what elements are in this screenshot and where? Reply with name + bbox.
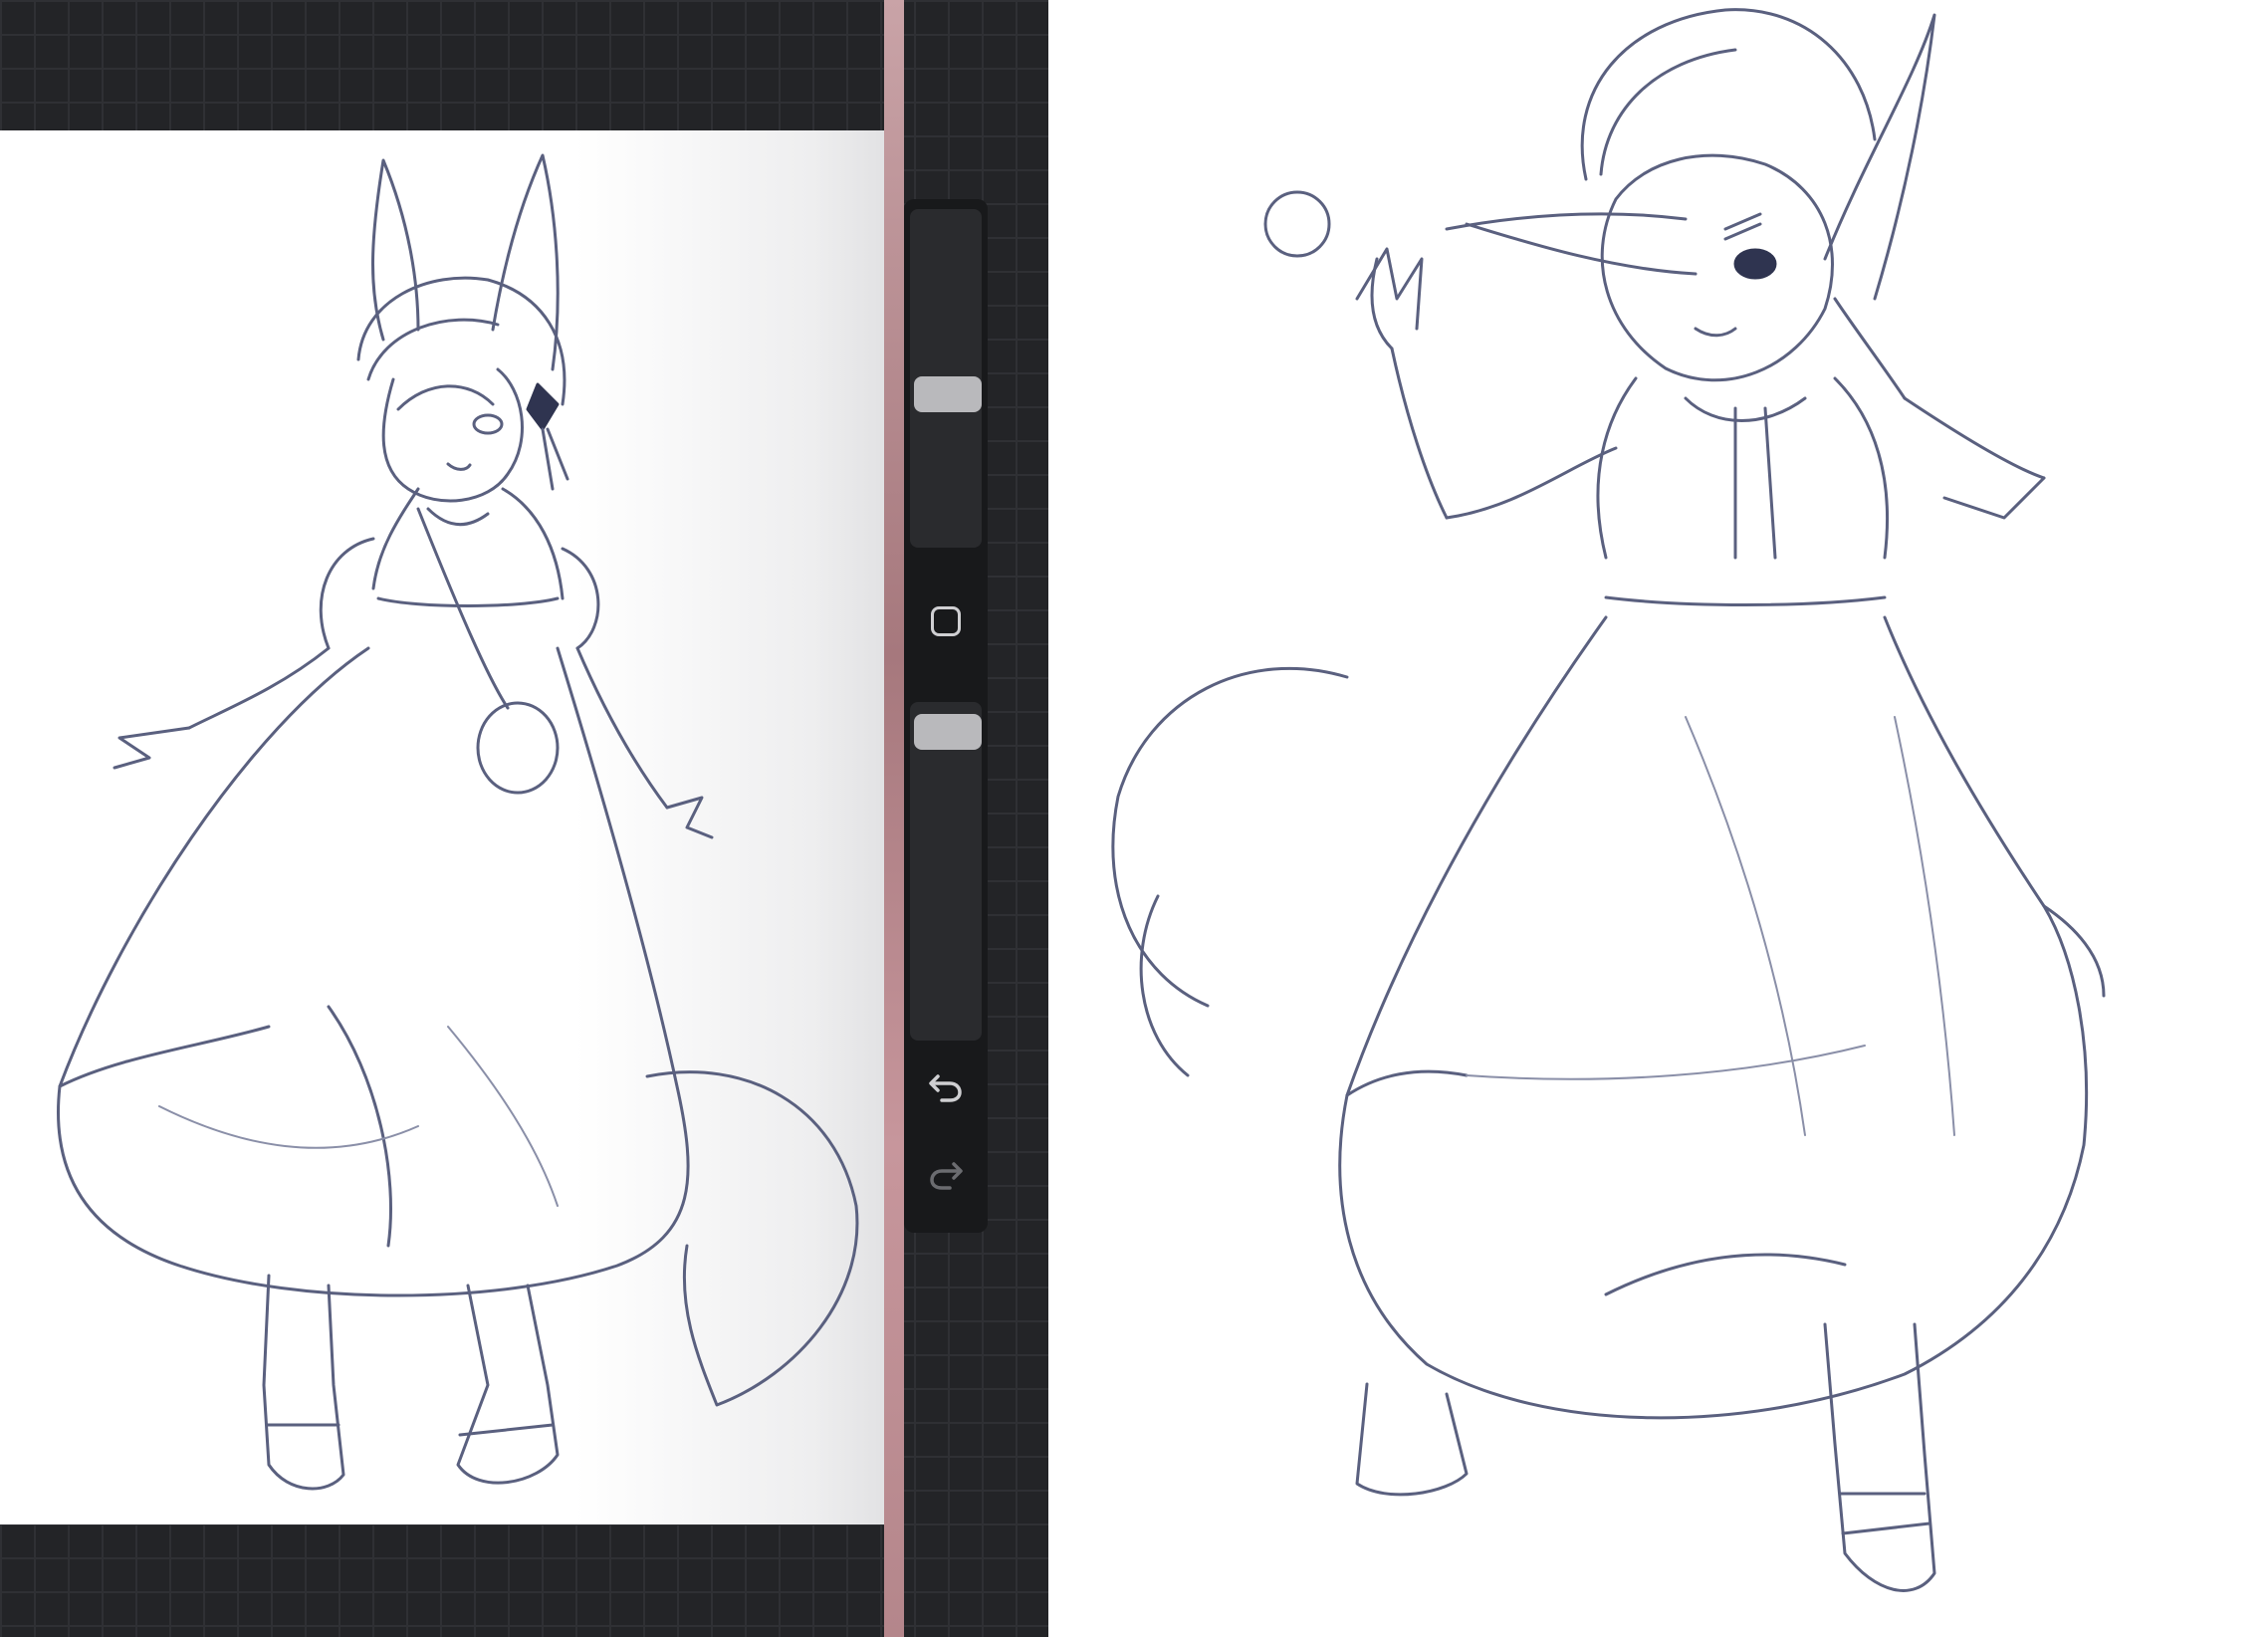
right-character-sketch [1111, 8, 2106, 1592]
left-character-sketch [57, 153, 859, 1491]
background-photo-strip [884, 0, 904, 1637]
brush-size-slider[interactable] [910, 209, 982, 548]
undo-button[interactable] [922, 1063, 970, 1111]
square-outline-icon [931, 606, 961, 636]
brush-size-slider-thumb[interactable] [914, 376, 982, 412]
opacity-slider-thumb[interactable] [914, 714, 982, 750]
right-drawing-canvas[interactable] [1048, 0, 2268, 1637]
redo-button[interactable] [922, 1151, 970, 1199]
tool-sidebar [904, 199, 988, 1233]
left-drawing-canvas[interactable] [0, 130, 884, 1524]
opacity-slider[interactable] [910, 702, 982, 1041]
undo-arrow-icon [929, 1074, 962, 1102]
redo-arrow-icon [930, 1162, 963, 1190]
modify-button[interactable] [926, 601, 966, 641]
